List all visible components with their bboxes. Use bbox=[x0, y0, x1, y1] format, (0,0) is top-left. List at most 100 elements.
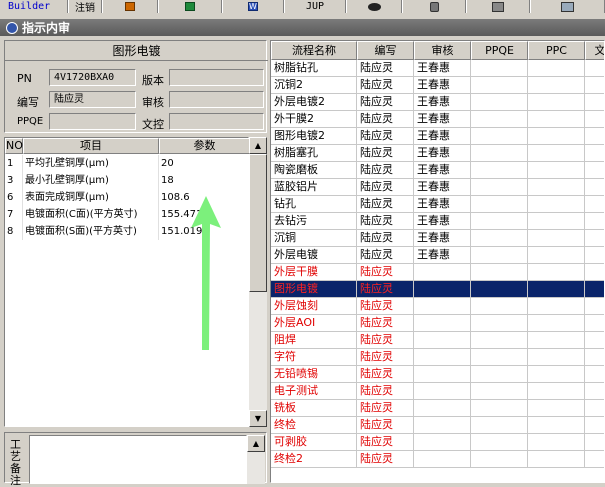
process-cell-name: 树脂塞孔 bbox=[271, 145, 357, 162]
process-row[interactable]: 阻焊 陆应灵 bbox=[271, 332, 604, 349]
param-cell-no: 8 bbox=[5, 223, 23, 240]
process-cell-ppc bbox=[528, 213, 585, 230]
process-cell-doc bbox=[585, 247, 604, 264]
process-row[interactable]: 树脂塞孔 陆应灵 王春惠 bbox=[271, 145, 604, 162]
process-cell-ppc bbox=[528, 383, 585, 400]
process-cell-editor: 陆应灵 bbox=[357, 77, 414, 94]
process-cell-doc bbox=[585, 417, 604, 434]
grid-header-review[interactable]: 审核 bbox=[414, 41, 471, 60]
process-row[interactable]: 无铅喷锡 陆应灵 bbox=[271, 366, 604, 383]
process-cell-editor: 陆应灵 bbox=[357, 264, 414, 281]
process-cell-editor: 陆应灵 bbox=[357, 145, 414, 162]
param-cell-item: 最小孔壁铜厚(μm) bbox=[23, 172, 159, 189]
scroll-thumb[interactable] bbox=[249, 154, 267, 292]
process-row[interactable]: 字符 陆应灵 bbox=[271, 349, 604, 366]
scroll-down-button[interactable]: ▼ bbox=[249, 410, 267, 427]
process-cell-editor: 陆应灵 bbox=[357, 451, 414, 468]
database-button[interactable] bbox=[402, 0, 466, 13]
memo-scrollbar[interactable]: ▲ bbox=[247, 435, 265, 484]
process-cell-name: 可剥胶 bbox=[271, 434, 357, 451]
view-button[interactable] bbox=[346, 0, 402, 13]
process-cell-name: 树脂钻孔 bbox=[271, 60, 357, 77]
process-cell-doc bbox=[585, 111, 604, 128]
process-row[interactable]: 钻孔 陆应灵 王春惠 bbox=[271, 196, 604, 213]
process-cell-review bbox=[414, 281, 471, 298]
process-grid: 流程名称 编写 审核 PPQE PPC 文 树脂钻孔 陆应灵 王春惠 沉铜2 陆应灵 王春… bbox=[270, 40, 605, 483]
doc-control-label: 文控 bbox=[142, 118, 164, 131]
process-row[interactable]: 图形电镀2 陆应灵 王春惠 bbox=[271, 128, 604, 145]
toolbar: Builder 注销 W JUP bbox=[0, 0, 605, 14]
process-cell-ppqe bbox=[471, 349, 528, 366]
process-row[interactable]: 沉铜2 陆应灵 王春惠 bbox=[271, 77, 604, 94]
excel-button[interactable] bbox=[158, 0, 222, 13]
process-cell-doc bbox=[585, 315, 604, 332]
process-row[interactable]: 外层电镀2 陆应灵 王春惠 bbox=[271, 94, 604, 111]
process-row[interactable]: 铣板 陆应灵 bbox=[271, 400, 604, 417]
process-row[interactable]: 陶瓷磨板 陆应灵 王春惠 bbox=[271, 162, 604, 179]
grid-header-ppc[interactable]: PPC bbox=[528, 41, 585, 60]
param-row[interactable]: 3 最小孔壁铜厚(μm) 18 bbox=[5, 172, 250, 189]
builder-button[interactable]: Builder bbox=[0, 0, 68, 13]
monitor-button[interactable] bbox=[530, 0, 605, 13]
process-cell-name: 字符 bbox=[271, 349, 357, 366]
process-cell-doc bbox=[585, 332, 604, 349]
process-cell-ppqe bbox=[471, 196, 528, 213]
process-cell-ppqe bbox=[471, 60, 528, 77]
process-row[interactable]: 沉铜 陆应灵 王春惠 bbox=[271, 230, 604, 247]
process-cell-name: 图形电镀2 bbox=[271, 128, 357, 145]
grid-header-name[interactable]: 流程名称 bbox=[271, 41, 357, 60]
word-button[interactable]: W bbox=[222, 0, 284, 13]
process-cell-editor: 陆应灵 bbox=[357, 383, 414, 400]
network-button[interactable] bbox=[466, 0, 530, 13]
process-row[interactable]: 可剥胶 陆应灵 bbox=[271, 434, 604, 451]
process-cell-name: 钻孔 bbox=[271, 196, 357, 213]
process-cell-review bbox=[414, 315, 471, 332]
grid-header-doc[interactable]: 文 bbox=[585, 41, 604, 60]
param-header-no[interactable]: NO bbox=[5, 138, 23, 154]
doc-control-field[interactable] bbox=[169, 113, 264, 130]
grid-header-editor[interactable]: 编写 bbox=[357, 41, 414, 60]
process-row[interactable]: 外层干膜 陆应灵 bbox=[271, 264, 604, 281]
memo-box: 工艺备注 ▲ bbox=[4, 432, 267, 487]
process-cell-ppqe bbox=[471, 434, 528, 451]
process-cell-ppqe bbox=[471, 332, 528, 349]
process-cell-editor: 陆应灵 bbox=[357, 128, 414, 145]
process-row[interactable]: 外层蚀刻 陆应灵 bbox=[271, 298, 604, 315]
process-row[interactable]: 图形电镀 陆应灵 bbox=[271, 281, 604, 298]
pn-field[interactable]: 4V1720BXA0 bbox=[49, 69, 136, 86]
param-header-item[interactable]: 项目 bbox=[23, 138, 159, 154]
process-row[interactable]: 树脂钻孔 陆应灵 王春惠 bbox=[271, 60, 604, 77]
process-row[interactable]: 蓝胶铝片 陆应灵 王春惠 bbox=[271, 179, 604, 196]
param-scrollbar[interactable]: ▲ ▼ bbox=[249, 137, 267, 427]
process-cell-name: 外层电镀 bbox=[271, 247, 357, 264]
process-row[interactable]: 外干膜2 陆应灵 王春惠 bbox=[271, 111, 604, 128]
process-row[interactable]: 电子测试 陆应灵 bbox=[271, 383, 604, 400]
param-header-value[interactable]: 参数 bbox=[159, 138, 250, 154]
process-cell-doc bbox=[585, 145, 604, 162]
process-cell-ppqe bbox=[471, 247, 528, 264]
process-row[interactable]: 终检 陆应灵 bbox=[271, 417, 604, 434]
powerpoint-button[interactable] bbox=[102, 0, 158, 13]
param-cell-value: 20 bbox=[159, 155, 250, 172]
grid-header-ppqe[interactable]: PPQE bbox=[471, 41, 528, 60]
scroll-up-button[interactable]: ▲ bbox=[249, 137, 267, 154]
process-cell-editor: 陆应灵 bbox=[357, 434, 414, 451]
review-field[interactable] bbox=[169, 91, 264, 108]
memo-scroll-up-button[interactable]: ▲ bbox=[247, 435, 265, 452]
process-cell-doc bbox=[585, 451, 604, 468]
process-row[interactable]: 终检2 陆应灵 bbox=[271, 451, 604, 468]
process-cell-review: 王春惠 bbox=[414, 247, 471, 264]
jump-button[interactable]: JUP bbox=[284, 0, 346, 13]
process-row[interactable]: 去钻污 陆应灵 王春惠 bbox=[271, 213, 604, 230]
param-row[interactable]: 1 平均孔壁铜厚(μm) 20 bbox=[5, 155, 250, 172]
process-row[interactable]: 外层AOI 陆应灵 bbox=[271, 315, 604, 332]
cancel-button[interactable]: 注销 bbox=[68, 0, 102, 14]
memo-textarea[interactable] bbox=[29, 435, 247, 484]
process-row[interactable]: 外层电镀 陆应灵 王春惠 bbox=[271, 247, 604, 264]
process-cell-review: 王春惠 bbox=[414, 60, 471, 77]
ppqe-field[interactable] bbox=[49, 113, 136, 130]
process-cell-name: 外层电镀2 bbox=[271, 94, 357, 111]
editor-field[interactable]: 陆应灵 bbox=[49, 91, 136, 108]
version-field[interactable] bbox=[169, 69, 264, 86]
review-label: 审核 bbox=[142, 96, 164, 109]
